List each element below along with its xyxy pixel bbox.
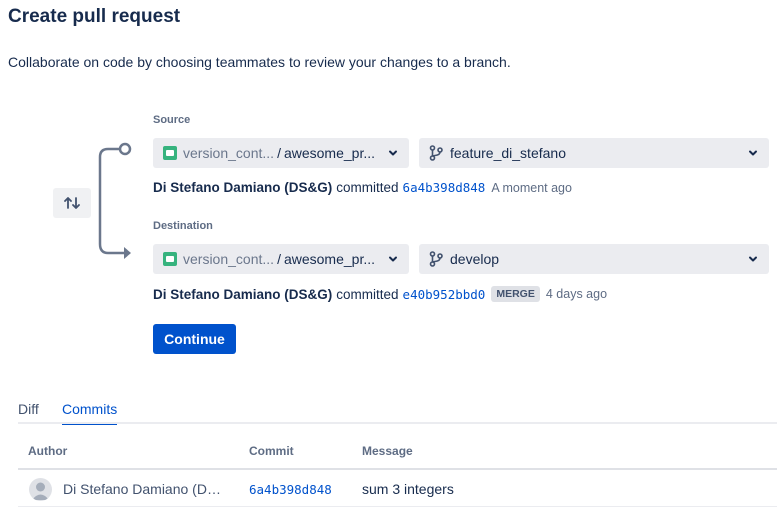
chevron-down-icon	[389, 150, 397, 156]
column-header-message: Message	[362, 444, 413, 458]
chevron-down-icon	[389, 256, 397, 262]
commit-message: sum 3 integers	[362, 481, 454, 497]
swap-arrows-icon	[64, 197, 80, 209]
avatar	[29, 478, 52, 501]
destination-repository-select[interactable]: version_cont... / awesome_pr...	[153, 244, 409, 274]
continue-button[interactable]: Continue	[153, 324, 236, 354]
page-title: Create pull request	[8, 6, 181, 27]
path-separator: /	[277, 251, 281, 267]
repository-icon	[163, 146, 177, 160]
destination-repository: awesome_pr...	[283, 251, 376, 267]
destination-commit-time: 4 days ago	[545, 287, 608, 301]
chevron-down-icon	[749, 256, 757, 262]
source-label: Source	[153, 114, 191, 126]
source-repository-select[interactable]: version_cont... / awesome_pr...	[153, 138, 409, 168]
column-header-commit: Commit	[249, 444, 294, 458]
source-commit-hash[interactable]: 6a4b398d848	[403, 180, 486, 195]
destination-workspace: version_cont...	[183, 251, 275, 267]
destination-commit-author: Di Stefano Damiano (DS&G)	[153, 286, 333, 302]
source-branch-select[interactable]: feature_di_stefano	[419, 138, 769, 168]
commit-author: Di Stefano Damiano (DS&G)	[63, 481, 228, 497]
commit-hash-link[interactable]: 6a4b398d848	[249, 482, 332, 497]
destination-label: Destination	[153, 220, 213, 232]
source-commit-time: A moment ago	[491, 180, 572, 195]
destination-branch-select[interactable]: develop	[419, 244, 769, 274]
source-commit-info: Di Stefano Damiano (DS&G) committed 6a4b…	[153, 180, 572, 195]
destination-commit-verb: committed	[336, 286, 399, 302]
source-commit-author: Di Stefano Damiano (DS&G)	[153, 180, 333, 195]
branch-icon	[429, 251, 443, 267]
source-branch: feature_di_stefano	[450, 145, 566, 161]
page-description: Collaborate on code by choosing teammate…	[8, 54, 511, 70]
tabs-divider	[18, 422, 777, 424]
branch-icon	[429, 145, 443, 161]
source-workspace: version_cont...	[183, 145, 275, 161]
path-separator: /	[277, 145, 281, 161]
tab-diff[interactable]: Diff	[18, 401, 39, 423]
swap-branches-button[interactable]	[53, 188, 91, 218]
destination-commit-hash[interactable]: e40b952bbd0	[403, 287, 486, 302]
column-header-author: Author	[28, 444, 68, 458]
user-avatar-icon	[32, 482, 49, 500]
source-commit-verb: committed	[336, 180, 399, 195]
merge-badge: MERGE	[491, 286, 540, 302]
destination-branch: develop	[450, 251, 500, 267]
source-repository: awesome_pr...	[283, 145, 376, 161]
table-row: Di Stefano Damiano (DS&G) 6a4b398d848 su…	[18, 470, 777, 507]
source-destination-connector	[98, 142, 132, 259]
destination-commit-info: Di Stefano Damiano (DS&G) committed e40b…	[153, 286, 607, 302]
repository-icon	[163, 252, 177, 266]
chevron-down-icon	[749, 150, 757, 156]
